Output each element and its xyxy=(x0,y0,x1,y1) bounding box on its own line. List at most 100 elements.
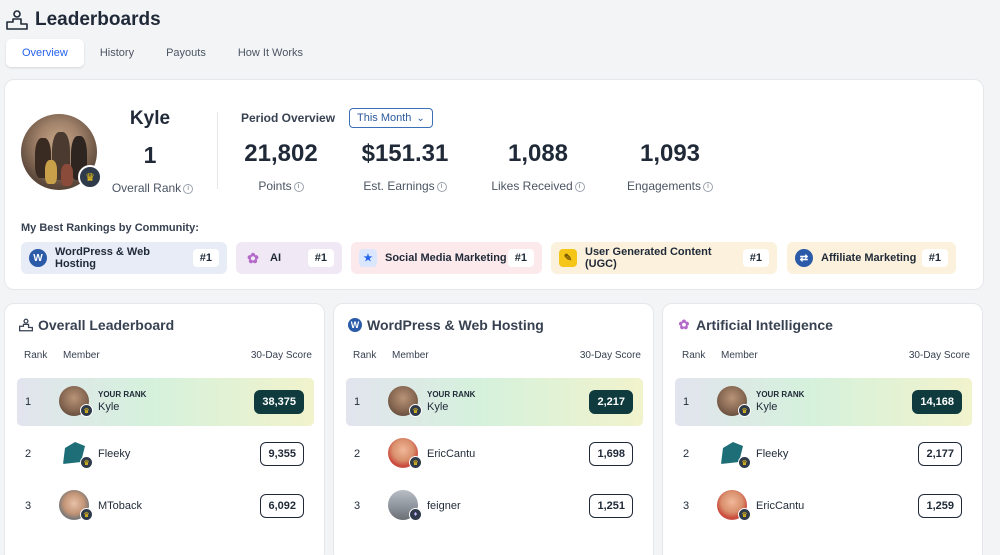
panel-title-text: WordPress & Web Hosting xyxy=(367,317,544,333)
member-name[interactable]: Fleeky xyxy=(98,430,130,478)
panel-title: W WordPress & Web Hosting xyxy=(348,317,544,333)
info-icon[interactable]: i xyxy=(574,181,585,192)
stat-value: 1,093 xyxy=(639,140,701,167)
crown-badge-icon: ♛ xyxy=(738,456,751,469)
info-icon[interactable]: i xyxy=(436,181,447,192)
community-chip-label: User Generated Content (UGC) xyxy=(585,246,712,270)
crown-badge-icon: ♛ xyxy=(738,404,751,417)
info-icon[interactable]: i xyxy=(293,181,304,192)
table-row[interactable]: 3 ♛ MToback 6,092 xyxy=(17,482,314,530)
your-rank-label: YOUR RANK xyxy=(98,390,147,399)
affiliate-icon: ⇄ xyxy=(795,249,813,267)
member-name[interactable]: EricCantu xyxy=(756,482,804,530)
member-name[interactable]: Kyle xyxy=(98,401,119,413)
stat-label: Est. Earnings i xyxy=(349,179,461,193)
row-rank: 3 xyxy=(683,500,690,512)
score-badge: 14,168 xyxy=(912,390,962,414)
community-chip-label: Affiliate Marketing xyxy=(821,252,917,264)
row-rank: 2 xyxy=(683,448,690,460)
wordpress-leaderboard-panel: W WordPress & Web Hosting Rank Member 30… xyxy=(333,303,654,555)
column-header-member: Member xyxy=(721,350,758,361)
score-badge: 1,698 xyxy=(589,442,633,466)
community-chip-label: WordPress & Web Hosting xyxy=(55,246,150,270)
tab-how-it-works[interactable]: How It Works xyxy=(222,39,319,67)
crown-badge-icon: ♛ xyxy=(409,404,422,417)
row-rank: 3 xyxy=(25,500,32,512)
stat-label-text: Engagements xyxy=(626,179,702,193)
wordpress-icon: W xyxy=(348,318,362,332)
crown-badge-icon: ♛ xyxy=(78,165,102,189)
ai-leaderboard-panel: ✿ Artificial Intelligence Rank Member 30… xyxy=(662,303,983,555)
member-name[interactable]: Kyle xyxy=(427,401,448,413)
member-name[interactable]: MToback xyxy=(98,482,142,530)
table-row[interactable]: 2 ♛ Fleeky 2,177 xyxy=(675,430,972,478)
column-header-score: 30-Day Score xyxy=(579,350,641,361)
column-header-score: 30-Day Score xyxy=(908,350,970,361)
wordpress-icon: W xyxy=(29,249,47,267)
community-chip-affiliate[interactable]: ⇄ Affiliate Marketing #1 xyxy=(787,242,956,274)
member-name[interactable]: Kyle xyxy=(756,401,777,413)
tab-overview[interactable]: Overview xyxy=(6,39,84,67)
table-row[interactable]: 1 ♛ YOUR RANK Kyle 14,168 xyxy=(675,378,972,426)
member-name[interactable]: Fleeky xyxy=(756,430,788,478)
overall-rank-value: 1 xyxy=(143,142,157,168)
table-row[interactable]: 2 ♛ EricCantu 1,698 xyxy=(346,430,643,478)
community-chip-rank: #1 xyxy=(921,249,948,267)
pencil-icon: ✎ xyxy=(559,249,577,267)
community-chip-label: AI xyxy=(270,252,281,264)
period-overview-title: Period Overview xyxy=(241,111,336,125)
stat-points: 21,802 Points i xyxy=(231,140,331,193)
overall-leaderboard-panel: Overall Leaderboard Rank Member 30-Day S… xyxy=(4,303,325,555)
table-row[interactable]: 3 ♛ EricCantu 1,259 xyxy=(675,482,972,530)
panel-title: ✿ Artificial Intelligence xyxy=(677,317,833,333)
score-badge: 2,177 xyxy=(918,442,962,466)
table-row[interactable]: 2 ♛ Fleeky 9,355 xyxy=(17,430,314,478)
stat-likes: 1,088 Likes Received i xyxy=(483,140,593,193)
stat-label: Points i xyxy=(231,179,331,193)
period-select[interactable]: This Month ⌄ xyxy=(349,108,433,128)
table-row[interactable]: 1 ♛ YOUR RANK Kyle 38,375 xyxy=(17,378,314,426)
table-row[interactable]: 1 ♛ YOUR RANK Kyle 2,217 xyxy=(346,378,643,426)
page-title: Leaderboards xyxy=(35,9,161,30)
community-chip-label: Social Media Marketing xyxy=(385,252,507,264)
user-name: Kyle xyxy=(129,108,171,129)
stat-engagements: 1,093 Engagements i xyxy=(615,140,725,193)
crown-badge-icon: ♛ xyxy=(409,456,422,469)
chevron-down-icon: ⌄ xyxy=(416,112,425,124)
best-rankings-label: My Best Rankings by Community: xyxy=(21,222,199,234)
stat-value: $151.31 xyxy=(361,140,449,167)
overall-rank-text: Overall Rank xyxy=(111,181,182,195)
stat-label-text: Likes Received xyxy=(491,179,573,193)
column-header-score: 30-Day Score xyxy=(250,350,312,361)
community-chip-rank: #1 xyxy=(307,249,334,267)
score-badge: 2,217 xyxy=(589,390,633,414)
member-name[interactable]: feigner xyxy=(427,482,461,530)
stat-value: 21,802 xyxy=(244,140,318,167)
crown-badge-icon: ♛ xyxy=(80,456,93,469)
tab-payouts[interactable]: Payouts xyxy=(150,39,222,67)
community-chip-ai[interactable]: ✿ AI #1 xyxy=(236,242,342,274)
crown-badge-icon: ♛ xyxy=(738,508,751,521)
column-header-member: Member xyxy=(392,350,429,361)
row-rank: 1 xyxy=(25,396,32,408)
stat-label-text: Points xyxy=(258,179,292,193)
table-row[interactable]: 3 ♦ feigner 1,251 xyxy=(346,482,643,530)
info-icon[interactable]: i xyxy=(703,181,714,192)
score-badge: 9,355 xyxy=(260,442,304,466)
score-badge: 6,092 xyxy=(260,494,304,518)
community-chip-ugc[interactable]: ✎ User Generated Content (UGC) #1 xyxy=(551,242,777,274)
tab-history[interactable]: History xyxy=(84,39,150,67)
panel-title: Overall Leaderboard xyxy=(19,317,174,333)
community-chip-wordpress[interactable]: W WordPress & Web Hosting #1 xyxy=(21,242,227,274)
column-header-rank: Rank xyxy=(353,350,377,361)
community-chip-rank: #1 xyxy=(192,249,219,267)
ai-flower-icon: ✿ xyxy=(678,317,690,332)
community-chip-social-media[interactable]: ★ Social Media Marketing #1 xyxy=(351,242,542,274)
column-header-member: Member xyxy=(63,350,100,361)
stat-earnings: $151.31 Est. Earnings i xyxy=(349,140,461,193)
member-name[interactable]: EricCantu xyxy=(427,430,475,478)
score-badge: 38,375 xyxy=(254,390,304,414)
tab-bar: Overview History Payouts How It Works xyxy=(6,39,319,67)
info-icon[interactable]: i xyxy=(183,183,194,194)
social-media-icon: ★ xyxy=(359,249,377,267)
